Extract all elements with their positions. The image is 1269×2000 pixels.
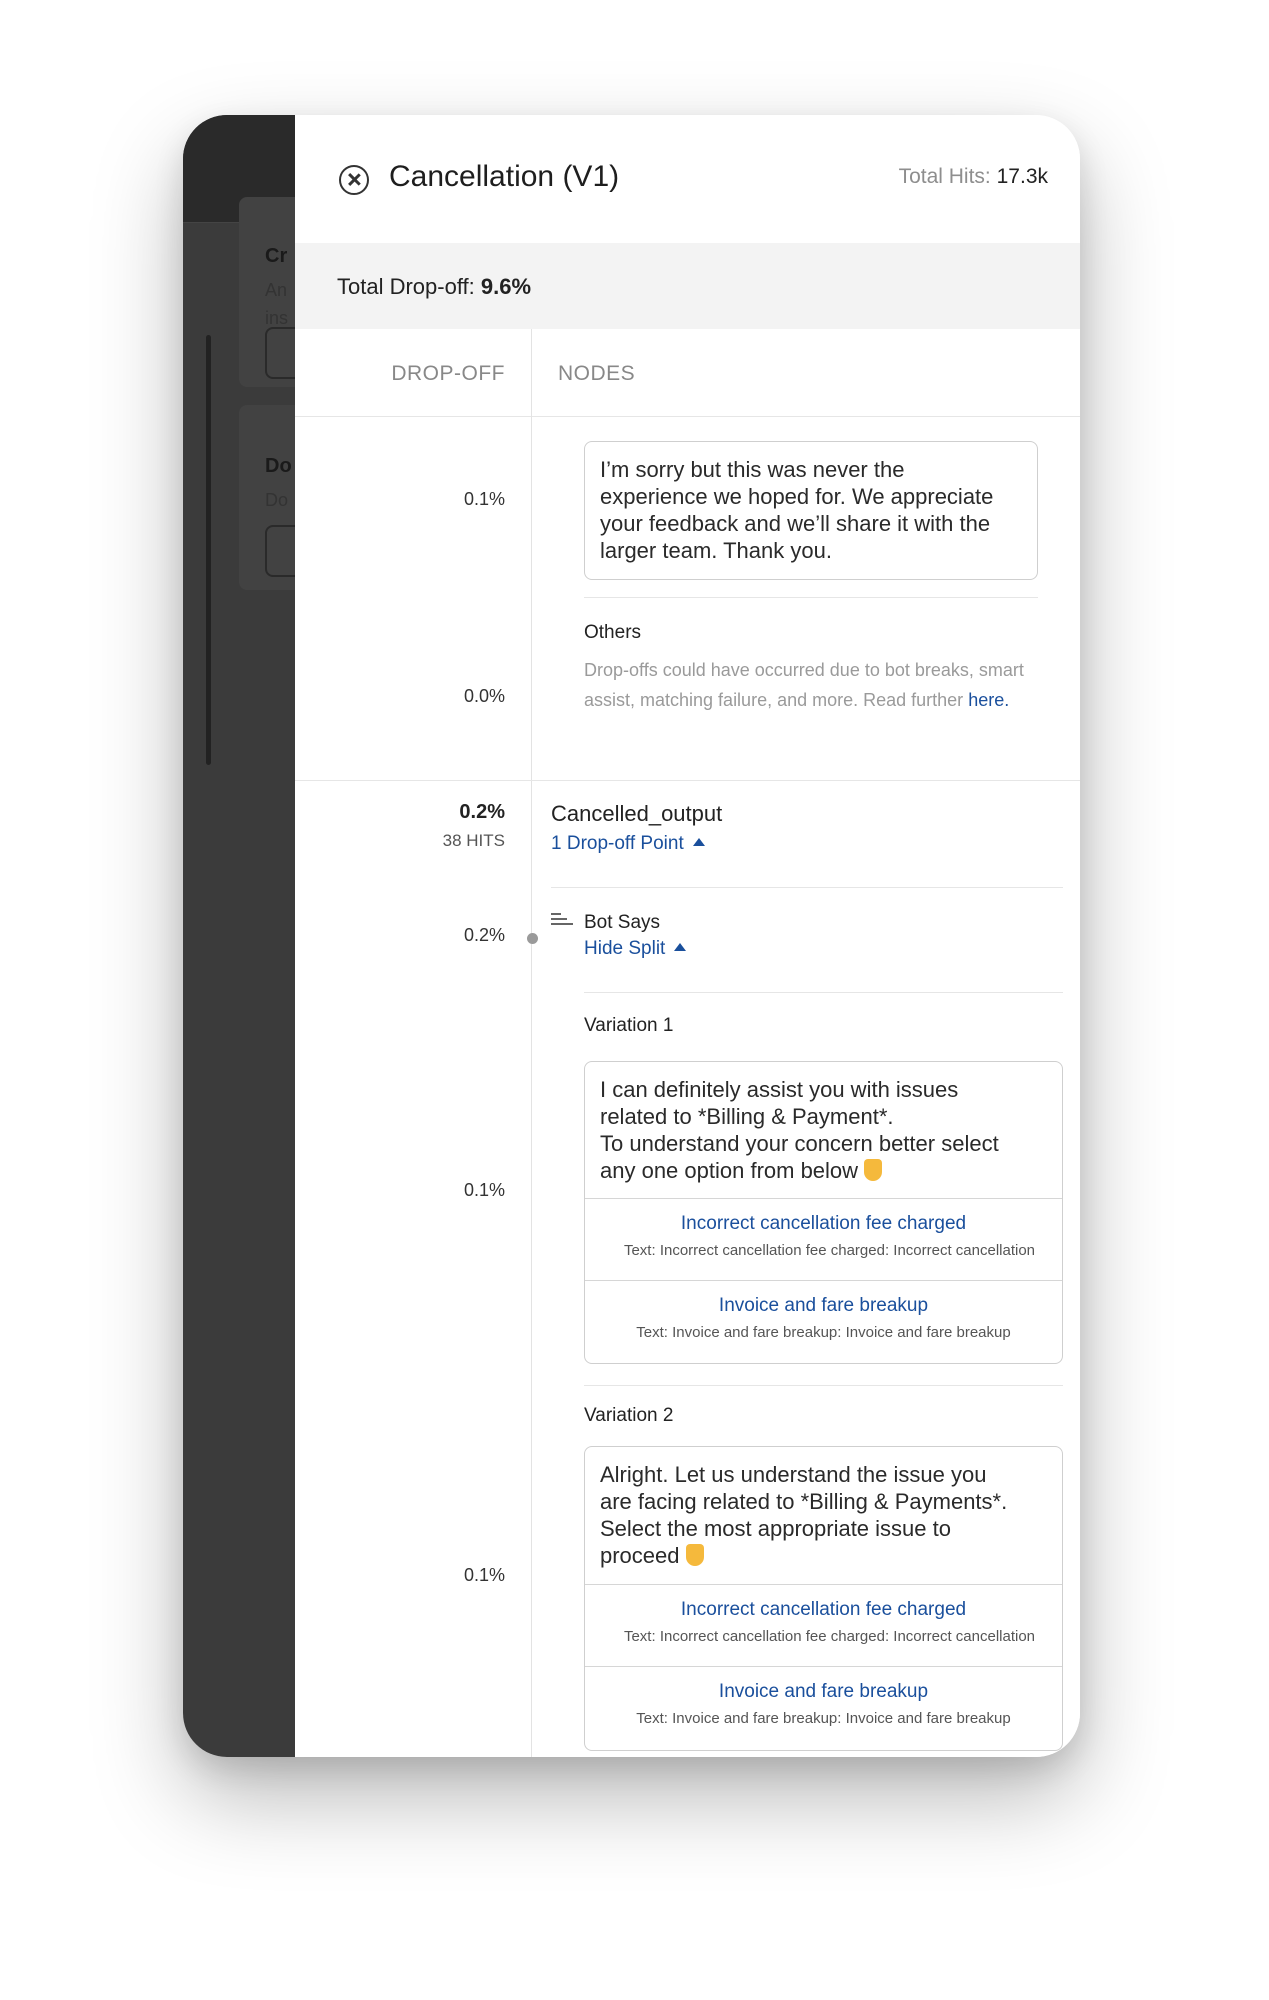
others-read-more-link[interactable]: here. [968, 690, 1009, 710]
total-dropoff: Total Drop-off: 9.6% [337, 274, 531, 300]
variation-message-text: I can definitely assist you with issues … [600, 1077, 999, 1183]
panel-title: Cancellation (V1) [389, 160, 620, 193]
background-card: Do Do [239, 405, 295, 590]
variation-message-box: I can definitely assist you with issues … [584, 1061, 1063, 1364]
option-subtext: Text: Incorrect cancellation fee charged… [623, 1242, 1036, 1259]
variation-label: Variation 1 [584, 1015, 674, 1036]
bot-dropoff-percent: 0.2% [463, 925, 505, 945]
option-label: Invoice and fare breakup [718, 1295, 929, 1316]
background-app: Cr An ins Do Do [183, 115, 295, 1757]
column-divider [531, 329, 532, 1757]
option-label: Incorrect cancellation fee charged [680, 1213, 967, 1234]
background-card-text: Do [265, 490, 289, 510]
variation-label: Variation 2 [584, 1405, 674, 1426]
caret-up-icon [674, 943, 687, 951]
column-header-nodes: NODES [558, 362, 636, 385]
pointing-down-icon [864, 1159, 883, 1181]
option-button[interactable]: Invoice and fare breakup Text: Invoice a… [585, 1666, 1062, 1748]
node-hits: 38 HITS [442, 831, 505, 850]
variation-dropoff-percent: 0.1% [463, 1565, 505, 1585]
section-divider [295, 780, 1080, 781]
background-scrollbar [206, 335, 211, 765]
hide-split-toggle[interactable]: Hide Split [584, 938, 687, 960]
option-subtext: Text: Invoice and fare breakup: Invoice … [636, 1324, 1011, 1341]
close-icon[interactable] [339, 165, 369, 195]
total-dropoff-value: 9.6% [480, 274, 532, 299]
total-dropoff-label: Total Drop-off: [337, 274, 475, 299]
option-subtext: Text: Invoice and fare breakup: Invoice … [636, 1710, 1011, 1727]
dropoff-percent: 0.0% [463, 686, 505, 706]
pointing-down-icon [685, 1544, 704, 1566]
option-button[interactable]: Incorrect cancellation fee charged Text:… [585, 1198, 1062, 1280]
option-button[interactable]: Incorrect cancellation fee charged Text:… [585, 1584, 1062, 1666]
total-hits-value: 17.3k [996, 165, 1048, 188]
divider [551, 887, 1063, 888]
background-card-button [265, 525, 295, 577]
timeline-dot [527, 933, 538, 944]
dropoff-panel: Cancellation (V1) Total Hits: 17.3k Tota… [295, 115, 1080, 1757]
column-headers: DROP-OFF NODES [295, 329, 1080, 417]
variation-dropoff-percent: 0.1% [463, 1180, 505, 1200]
hide-split-label: Hide Split [584, 938, 666, 959]
total-hits-label: Total Hits: [898, 165, 991, 188]
background-card: Cr An ins [239, 197, 295, 387]
variation-message-text: Alright. Let us understand the issue you… [600, 1462, 1008, 1568]
message-text: I’m sorry but this was never the experie… [600, 457, 994, 563]
node-name: Cancelled_output [551, 801, 723, 826]
others-text: Drop-offs could have occurred due to bot… [584, 660, 1024, 710]
text-lines-icon [551, 913, 573, 927]
variation-message: I can definitely assist you with issues … [600, 1076, 1050, 1184]
bot-says-label: Bot Says [584, 912, 661, 933]
total-hits: Total Hits: 17.3k [899, 165, 1048, 189]
divider [584, 1385, 1063, 1386]
option-label: Incorrect cancellation fee charged [680, 1599, 967, 1620]
app-window: Cr An ins Do Do Cancellation (V1) Total … [183, 115, 1080, 1757]
dropoff-percent: 0.1% [463, 489, 505, 509]
column-header-dropoff: DROP-OFF [391, 362, 505, 385]
variation-message-box: Alright. Let us understand the issue you… [584, 1446, 1063, 1751]
total-dropoff-bar: Total Drop-off: 9.6% [295, 243, 1080, 329]
caret-up-icon [692, 838, 705, 846]
background-card-button [265, 327, 295, 379]
message-box: I’m sorry but this was never the experie… [584, 441, 1038, 580]
variation-message: Alright. Let us understand the issue you… [600, 1461, 1050, 1569]
dropoff-points-label: 1 Drop-off Point [551, 833, 684, 854]
divider [584, 992, 1063, 993]
dropoff-points-toggle[interactable]: 1 Drop-off Point [551, 833, 705, 855]
background-card-title: Cr [265, 245, 288, 267]
option-label: Invoice and fare breakup [718, 1681, 929, 1702]
node-dropoff-percent: 0.2% [459, 801, 505, 823]
divider [584, 597, 1038, 598]
background-card-title: Do [265, 455, 292, 477]
others-title: Others [584, 622, 642, 643]
others-description: Drop-offs could have occurred due to bot… [584, 655, 1044, 715]
background-card-text: An [265, 280, 288, 300]
option-subtext: Text: Incorrect cancellation fee charged… [623, 1628, 1036, 1645]
option-button[interactable]: Invoice and fare breakup Text: Invoice a… [585, 1280, 1062, 1362]
panel-header: Cancellation (V1) Total Hits: 17.3k [295, 115, 1080, 245]
